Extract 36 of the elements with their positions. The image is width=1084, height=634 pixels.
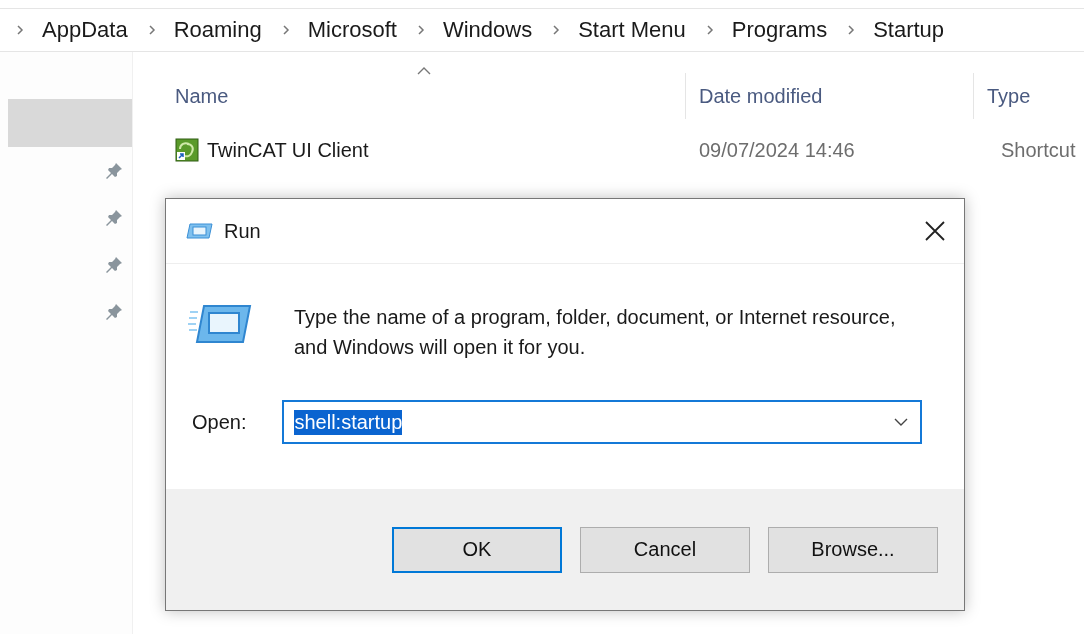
pin-icon[interactable]	[104, 207, 124, 228]
pin-icon[interactable]	[104, 160, 124, 181]
dropdown-caret-icon[interactable]	[894, 418, 909, 426]
column-header[interactable]: Type	[987, 84, 1031, 108]
type-cell: Shortcut	[1001, 138, 1076, 162]
dialog-button[interactable]: Cancel	[580, 526, 750, 573]
breadcrumb-item[interactable]: Microsoft	[307, 17, 397, 43]
chevron-icon	[416, 24, 425, 36]
column-header[interactable]: Date modified	[699, 84, 823, 108]
chevron-icon	[552, 24, 561, 36]
close-icon[interactable]	[924, 220, 946, 242]
run-icon	[184, 222, 214, 240]
chevron-icon	[16, 24, 24, 36]
breadcrumb-item[interactable]: Start Menu	[578, 17, 686, 43]
breadcrumb-item[interactable]: Windows	[442, 17, 533, 43]
open-label: Open:	[191, 410, 247, 434]
run-icon	[188, 302, 254, 346]
dialog-button[interactable]: OK	[392, 526, 562, 573]
breadcrumb-item[interactable]: Startup	[873, 17, 945, 43]
dialog-message: Type the name of a program, folder, document, or Internet resource, and Windows will open it for you.	[294, 305, 897, 360]
breadcrumb-item[interactable]: Roaming	[173, 17, 262, 43]
date-cell: 09/07/2024 14:46	[699, 138, 855, 162]
pin-icon[interactable]	[104, 301, 124, 322]
dialog-title: Run	[224, 219, 262, 243]
breadcrumb-item[interactable]: Programs	[731, 17, 828, 43]
chevron-icon	[847, 24, 856, 36]
chevron-icon	[281, 24, 290, 36]
shortcut-icon	[175, 138, 199, 162]
file-name[interactable]: TwinCAT UI Client	[207, 138, 369, 162]
chevron-icon	[147, 24, 156, 36]
pin-icon[interactable]	[104, 254, 124, 275]
dialog-button[interactable]: Browse...	[768, 526, 938, 573]
chevron-icon	[705, 24, 714, 36]
column-header[interactable]: Name	[175, 84, 229, 108]
open-combo-box[interactable]: shell:startup	[282, 400, 923, 444]
breadcrumb-item[interactable]: AppData	[42, 17, 128, 43]
